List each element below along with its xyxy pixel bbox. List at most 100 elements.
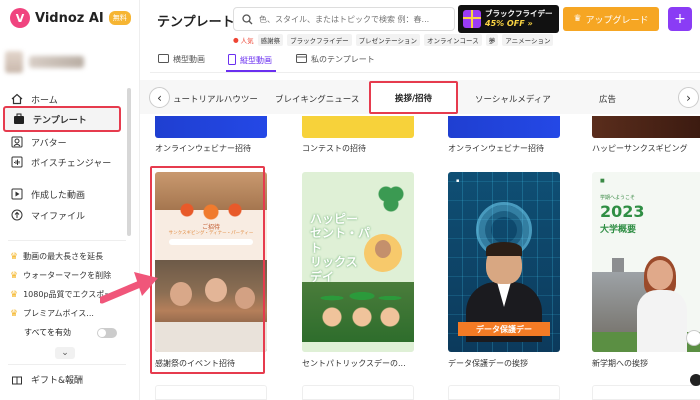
chevron-down-icon[interactable]: ⌄ <box>55 347 75 359</box>
sidebar: V Vidnoz AI 無料 ホーム テンプレート アバター ボイスチェンジャー… <box>0 0 140 400</box>
page-title: テンプレート <box>157 15 235 30</box>
hot-label: ● 人気 <box>233 35 254 45</box>
user-profile-blurred[interactable] <box>5 42 105 82</box>
chevron-left-icon[interactable]: ‹ <box>149 87 170 108</box>
logo-text: Vidnoz AI <box>35 10 104 26</box>
perk-item[interactable]: ♛ ウォーターマークを削除 <box>10 270 111 281</box>
template-thumbnail[interactable] <box>448 116 560 138</box>
avatar-face <box>647 260 673 290</box>
hot-label-text: 人気 <box>240 37 254 45</box>
free-badge: 無料 <box>108 11 131 25</box>
logo[interactable]: V Vidnoz AI 無料 <box>10 8 131 28</box>
category-ads[interactable]: 広告 <box>599 93 616 105</box>
clover-icon <box>376 184 406 214</box>
template-thumbnail[interactable] <box>302 385 414 400</box>
keyword-chip[interactable]: プレゼンテーション <box>355 34 421 46</box>
sidebar-item-label: 作成した動画 <box>31 190 86 201</box>
keyword-chip[interactable]: アニメーション <box>502 34 554 46</box>
keyword-chip[interactable]: 感謝祭 <box>257 34 284 46</box>
sidebar-item-avatar[interactable]: アバター <box>10 133 67 151</box>
create-plus-button[interactable]: + <box>668 7 692 31</box>
divider <box>8 240 126 241</box>
category-social-media[interactable]: ソーシャルメディア <box>475 93 551 105</box>
template-thumbnail[interactable] <box>448 385 560 400</box>
crown-icon: ♛ <box>10 251 19 262</box>
tab-portrait[interactable]: 縦型動画 <box>228 54 272 67</box>
perk-item[interactable]: ♛ プレミアムボイス... <box>10 308 94 319</box>
keyword-chip[interactable]: 夢 <box>485 34 499 46</box>
hot-keywords: ● 人気 感謝祭 ブラックフライデー プレゼンテーション オンラインコース 夢 … <box>233 34 554 46</box>
template-card-st-patricks[interactable]: ハッピー セント・パト リックス デイ <box>302 172 414 352</box>
template-thumbnail[interactable] <box>302 116 414 138</box>
template-caption: データ保護デーの挨拶 <box>448 359 528 368</box>
black-friday-promo[interactable]: ブラックフライデー 45% OFF » <box>458 5 559 33</box>
tab-landscape[interactable]: 横型動画 <box>158 54 205 65</box>
sidebar-item-label: ホーム <box>31 95 58 106</box>
vidnoz-logo-icon: V <box>10 8 30 28</box>
card-subtitle: 大学概要 <box>600 225 637 235</box>
sidebar-item-my-files[interactable]: マイファイル <box>10 206 85 224</box>
voice-icon <box>10 156 23 169</box>
enable-all-label: すべてを有効 <box>24 328 71 337</box>
template-caption: オンラインウェビナー招待 <box>155 144 251 153</box>
app-root: V Vidnoz AI 無料 ホーム テンプレート アバター ボイスチェンジャー… <box>0 0 700 400</box>
crown-icon: ♛ <box>10 289 19 300</box>
folder-icon <box>296 54 307 65</box>
avatar-photo <box>364 234 402 272</box>
faces <box>312 307 402 329</box>
perk-label: ウォーターマークを削除 <box>23 271 112 280</box>
template-thumbnail[interactable] <box>155 116 267 138</box>
sidebar-item-created-videos[interactable]: 作成した動画 <box>10 185 85 203</box>
sidebar-item-voice-changer[interactable]: ボイスチェンジャー <box>10 153 111 171</box>
promo-discount: 45% OFF » <box>485 18 533 28</box>
user-name-blurred <box>29 56 84 68</box>
perk-item[interactable]: ♛ 動画の最大長さを延長 <box>10 251 103 262</box>
keyword-chip[interactable]: ブラックフライデー <box>287 34 352 46</box>
crown-icon: ♛ <box>573 14 582 24</box>
card-footer <box>302 342 414 352</box>
enable-all-toggle[interactable] <box>96 327 117 338</box>
template-card-data-protection[interactable]: ▪ データ保護デー <box>448 172 560 352</box>
search-icon <box>242 10 253 29</box>
chevron-right-icon[interactable]: › <box>678 87 699 108</box>
template-thumbnail[interactable] <box>155 385 267 400</box>
upgrade-button[interactable]: ♛ アップグレード <box>563 7 659 31</box>
active-tab-indicator <box>226 70 276 72</box>
tab-label: 横型動画 <box>173 55 205 64</box>
template-thumbnail[interactable] <box>592 116 700 138</box>
sidebar-item-gift[interactable]: ギフト&報酬 <box>10 370 83 388</box>
category-greeting-invite[interactable]: 挨拶/招待 <box>369 81 458 114</box>
brand-label: ▪ <box>456 178 460 184</box>
fire-icon: ● <box>233 36 239 44</box>
template-card-new-semester[interactable]: ■ 学期へようこそ 2023 大学概要 <box>592 172 700 352</box>
avatar <box>5 51 23 73</box>
template-caption: セントパトリックスデーの... <box>302 359 406 368</box>
template-icon <box>12 113 25 126</box>
scroll-button[interactable] <box>686 330 700 346</box>
template-thumbnail[interactable] <box>592 385 700 400</box>
crown-icon: ♛ <box>10 308 19 319</box>
category-tutorial[interactable]: ュートリアルハウツー <box>173 93 258 105</box>
help-icon[interactable] <box>690 374 700 386</box>
sidebar-item-label: テンプレート <box>33 115 87 126</box>
category-breaking-news[interactable]: ブレイキングニュース <box>275 93 359 105</box>
avatar-icon <box>10 136 23 149</box>
gift-box-icon <box>463 10 481 28</box>
sidebar-scrollbar[interactable] <box>127 88 131 236</box>
search-bar[interactable] <box>233 7 455 31</box>
card-year: 2023 <box>600 202 645 221</box>
crown-icon: ♛ <box>10 270 19 281</box>
sidebar-item-label: ギフト&報酬 <box>31 375 84 386</box>
keyword-chip[interactable]: オンラインコース <box>424 34 482 46</box>
divider <box>8 364 126 365</box>
tab-label: 私のテンプレート <box>311 55 375 64</box>
portrait-icon <box>228 54 236 67</box>
heading-line: ハッピー <box>310 212 359 226</box>
landscape-icon <box>158 54 169 65</box>
tab-my-templates[interactable]: 私のテンプレート <box>296 54 375 65</box>
search-input[interactable] <box>259 14 449 24</box>
sidebar-item-templates[interactable]: テンプレート <box>3 106 121 132</box>
tab-label: 縦型動画 <box>240 56 272 65</box>
upgrade-label: アップグレード <box>585 15 649 26</box>
brand-label: ■ <box>600 178 605 184</box>
